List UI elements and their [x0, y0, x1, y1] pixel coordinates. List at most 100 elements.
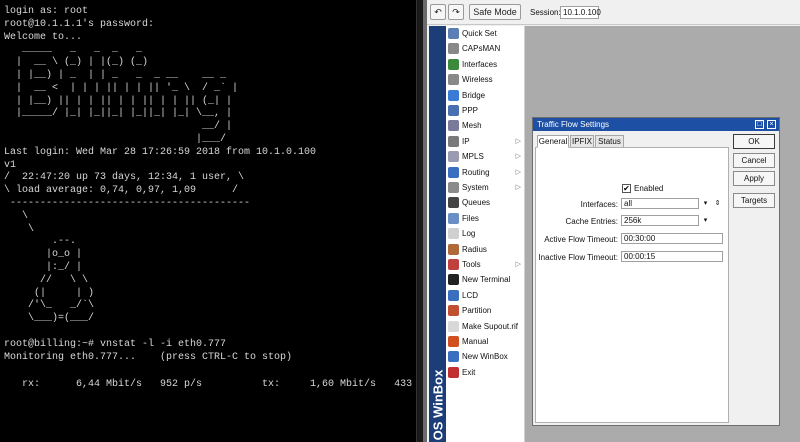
menu-item-manual[interactable]: Manual — [446, 334, 525, 349]
menu-item-exit[interactable]: Exit — [446, 365, 525, 380]
submenu-arrow-icon: ▷ — [515, 184, 521, 191]
menu-item-capsman[interactable]: CAPsMAN — [446, 41, 525, 56]
menu-item-label: Mesh — [462, 121, 482, 131]
menu-item-quick-set[interactable]: Quick Set — [446, 26, 525, 41]
dropdown-icon[interactable]: ▾ — [700, 216, 711, 226]
menu-item-new-winbox[interactable]: New WinBox — [446, 349, 525, 364]
enabled-label: Enabled — [634, 184, 664, 193]
routing-icon — [448, 166, 459, 178]
menu-item-label: PPP — [462, 106, 479, 115]
menu-item-partition[interactable]: Partition — [446, 303, 525, 318]
dialog-title: Traffic Flow Settings — [537, 120, 610, 129]
menu-item-bridge[interactable]: Bridge — [446, 88, 525, 103]
apply-button[interactable]: Apply — [733, 171, 775, 186]
radius-icon — [448, 243, 459, 255]
menu-item-label: Log — [462, 229, 476, 239]
menu-item-interfaces[interactable]: Interfaces — [446, 57, 525, 72]
undo-icon[interactable]: ↶ — [430, 4, 446, 20]
submenu-arrow-icon: ▷ — [515, 153, 521, 161]
menu-item-mpls[interactable]: MPLS ▷ — [446, 149, 525, 164]
menu-item-label: New WinBox — [462, 352, 508, 362]
menu-item-new-terminal[interactable]: New Terminal — [446, 272, 525, 287]
cache-entries-label: Cache Entries: — [565, 217, 618, 226]
toolbar: ↶ ↷ Safe Mode Session: 10.1.0.100 — [427, 0, 800, 25]
menu-item-label: CAPsMAN — [462, 44, 501, 54]
active-flow-timeout-label: Active Flow Timeout: — [544, 235, 618, 244]
menu-item-mesh[interactable]: Mesh — [446, 118, 525, 133]
supout-icon — [448, 320, 459, 332]
system-icon — [448, 182, 459, 193]
menu-item-system[interactable]: System ▷ — [446, 180, 525, 195]
interfaces-label: Interfaces: — [580, 200, 618, 209]
enabled-checkbox[interactable]: ✔ — [622, 184, 631, 193]
brand-text: OS WinBox — [430, 369, 445, 441]
interfaces-value: all — [624, 199, 633, 208]
menu-item-label: Interfaces — [462, 59, 498, 69]
submenu-arrow-icon: ▷ — [515, 168, 521, 176]
cancel-button[interactable]: Cancel — [733, 153, 775, 168]
winbox-icon — [448, 351, 459, 363]
cache-entries-value: 256k — [624, 216, 642, 225]
menu-item-ppp[interactable]: PPP — [446, 103, 525, 118]
interfaces-icon — [448, 58, 459, 70]
tools-icon — [448, 259, 459, 270]
ppp-icon — [448, 105, 459, 116]
safe-mode-button[interactable]: Safe Mode — [469, 4, 521, 20]
ip-icon — [448, 135, 459, 147]
brand-strip: OS WinBox — [429, 26, 446, 442]
files-icon — [448, 212, 459, 224]
menu-item-label: MPLS — [462, 152, 484, 162]
manual-icon — [448, 336, 459, 347]
interfaces-select[interactable]: all — [621, 198, 699, 209]
menu-item-wireless[interactable]: Wireless — [446, 72, 525, 87]
terminal-scrollbar[interactable] — [416, 0, 423, 442]
dropdown-icon[interactable]: ▾ — [700, 199, 711, 209]
active-flow-timeout-input[interactable]: 00:30:00 — [621, 233, 723, 244]
session-input[interactable]: 10.1.0.100 — [560, 6, 601, 19]
menu-item-label: Wireless — [462, 75, 493, 85]
tab-general[interactable]: General — [537, 135, 569, 148]
log-icon — [448, 228, 459, 240]
menu-item-label: Files — [462, 213, 479, 223]
menu-item-label: Make Supout.rif — [462, 321, 519, 331]
terminal-output: login as: root root@10.1.1.1's password:… — [4, 6, 423, 392]
close-icon[interactable]: × — [767, 120, 776, 129]
restore-icon[interactable]: □ — [755, 120, 764, 129]
cache-entries-select[interactable]: 256k — [621, 215, 699, 226]
menu-item-label: Exit — [462, 367, 476, 377]
menu-item-make-supout-rif[interactable]: Make Supout.rif — [446, 319, 525, 334]
queues-icon — [448, 197, 459, 209]
targets-button[interactable]: Targets — [733, 193, 775, 208]
menu-item-label: Manual — [462, 337, 489, 346]
menu-item-label: Routing — [462, 167, 490, 177]
general-tab-panel: ✔ Enabled Interfaces: all ▾ ⇕ Cache Entr… — [535, 147, 729, 423]
menu-item-routing[interactable]: Routing ▷ — [446, 165, 525, 180]
menu-item-label: LCD — [462, 290, 479, 300]
main-menu: Quick Set CAPsMAN Interfaces Wireless Bridge… — [446, 26, 525, 442]
exit-icon — [448, 366, 459, 378]
session-label: Session: — [530, 8, 561, 17]
menu-item-label: System — [462, 183, 489, 192]
wireless-icon — [448, 74, 459, 86]
quick-set-icon — [448, 28, 459, 39]
dialog-titlebar[interactable]: Traffic Flow Settings □ × — [533, 118, 779, 131]
menu-item-lcd[interactable]: LCD — [446, 288, 525, 303]
ok-button[interactable]: OK — [733, 134, 775, 149]
partition-icon — [448, 305, 459, 317]
redo-icon[interactable]: ↷ — [448, 4, 464, 20]
menu-item-label: Partition — [462, 306, 492, 316]
menu-item-ip[interactable]: IP ▷ — [446, 134, 525, 149]
submenu-arrow-icon: ▷ — [515, 137, 521, 145]
menu-item-label: Queues — [462, 198, 491, 208]
menu-item-label: Tools — [462, 260, 481, 269]
menu-item-label: Bridge — [462, 90, 486, 100]
lcd-icon — [448, 289, 459, 301]
mpls-icon — [448, 151, 459, 163]
capsman-icon — [448, 43, 459, 55]
terminal-window[interactable]: login as: root root@10.1.1.1's password:… — [0, 0, 423, 442]
inactive-flow-timeout-label: Inactive Flow Timeout: — [538, 253, 618, 262]
up-down-icon[interactable]: ⇕ — [712, 199, 723, 209]
menu-item-label: Radius — [462, 244, 487, 254]
inactive-flow-timeout-input[interactable]: 00:00:15 — [621, 251, 723, 262]
bridge-icon — [448, 89, 459, 101]
